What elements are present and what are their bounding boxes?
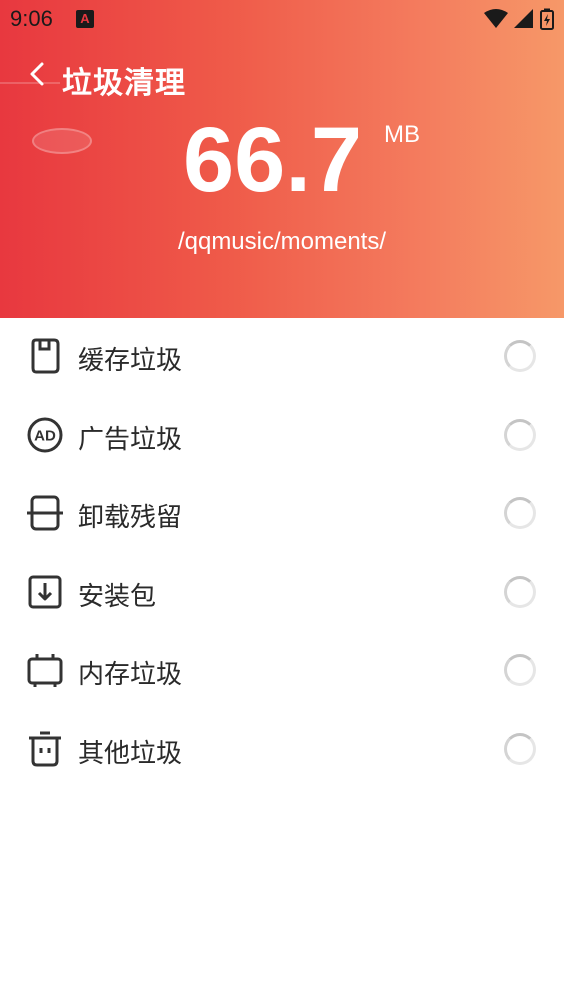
uninstall-icon xyxy=(27,495,63,531)
list-item-label: 安装包 xyxy=(78,581,157,612)
status-indicators xyxy=(484,8,554,30)
loading-spinner-icon xyxy=(504,654,536,686)
status-bar: 9:06 A xyxy=(0,0,564,38)
sd-card-icon xyxy=(31,338,60,374)
list-item-label: 内存垃圾 xyxy=(78,660,183,690)
download-box-icon xyxy=(28,575,62,608)
header-panel: 9:06 A 垃圾清理 66.7 MB /qqmusic/moments/ xyxy=(0,0,564,318)
list-item-label: 其他垃圾 xyxy=(78,738,183,769)
junk-size-value: 66.7 xyxy=(183,109,363,211)
ad-icon: AD xyxy=(27,417,63,452)
battery-charging-icon xyxy=(540,8,554,30)
list-item-memory[interactable]: 内存垃圾 xyxy=(0,632,564,711)
status-time: 9:06 xyxy=(10,6,53,31)
trash-bin-icon xyxy=(29,731,61,766)
list-item-label: 广告垃圾 xyxy=(78,424,183,455)
scan-path: /qqmusic/moments/ xyxy=(177,228,387,255)
list-item-cache[interactable]: 缓存垃圾 xyxy=(0,318,564,397)
svg-text:AD: AD xyxy=(34,427,56,444)
list-item-label: 缓存垃圾 xyxy=(78,346,183,376)
list-item-uninstall-residue[interactable]: 卸载残留 xyxy=(0,475,564,554)
list-item-install-packages[interactable]: 安装包 xyxy=(0,554,564,633)
page-title: 垃圾清理 xyxy=(62,66,186,101)
junk-size-unit: MB xyxy=(384,121,420,148)
list-item-ads[interactable]: AD 广告垃圾 xyxy=(0,397,564,476)
notification-app-icon: A xyxy=(76,10,94,28)
list-item-label: 卸载残留 xyxy=(78,503,183,533)
loading-spinner-icon xyxy=(504,418,536,451)
junk-size-display: 66.7 MB xyxy=(0,105,564,215)
junk-category-list: 缓存垃圾 AD 广告垃圾 卸载残留 安装包 内存垃圾 其他垃圾 xyxy=(0,318,564,789)
cell-signal-icon xyxy=(514,9,533,28)
back-arrow-icon[interactable] xyxy=(24,58,52,90)
list-item-other[interactable]: 其他垃圾 xyxy=(0,711,564,790)
loading-spinner-icon xyxy=(504,340,536,372)
loading-spinner-icon xyxy=(504,732,536,765)
wifi-icon xyxy=(484,9,508,28)
memory-chip-icon xyxy=(27,654,63,687)
loading-spinner-icon xyxy=(504,575,536,608)
loading-spinner-icon xyxy=(504,497,536,529)
